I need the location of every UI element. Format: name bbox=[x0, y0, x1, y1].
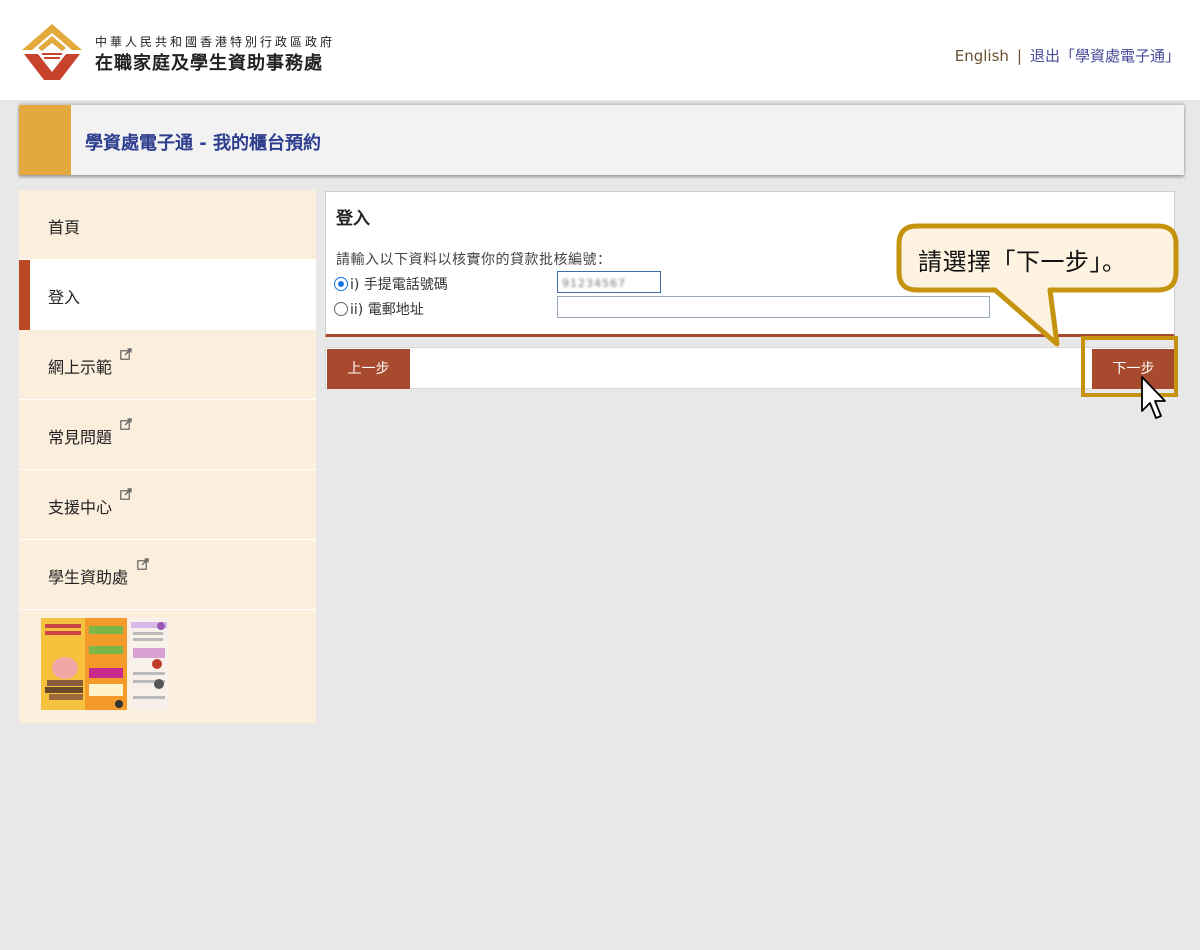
link-separator: | bbox=[1016, 47, 1022, 65]
sidebar-item-student-finance-office[interactable]: 學生資助處 bbox=[19, 540, 316, 610]
external-link-icon bbox=[120, 348, 132, 360]
english-link[interactable]: English bbox=[955, 47, 1009, 65]
external-link-icon bbox=[120, 418, 132, 430]
agency-name: 在職家庭及學生資助事務處 bbox=[95, 53, 323, 74]
sidebar-item-home[interactable]: 首頁 bbox=[19, 190, 316, 260]
login-instruction: 請輸入以下資料以核實你的貸款批核編號： bbox=[336, 252, 612, 268]
sidebar-item-faq[interactable]: 常見問題 bbox=[19, 400, 316, 470]
mouse-cursor-icon bbox=[1141, 376, 1166, 419]
page-title: 學資處電子通 - 我的櫃台預約 bbox=[85, 133, 322, 154]
phone-radio[interactable] bbox=[334, 277, 348, 291]
prev-step-button[interactable]: 上一步 bbox=[327, 349, 410, 389]
promo-leaflet-image[interactable] bbox=[41, 618, 169, 710]
email-option[interactable]: ii) 電郵地址 bbox=[334, 299, 424, 319]
sidebar-item-label: 登入 bbox=[48, 288, 81, 307]
logout-link[interactable]: 退出「學資處電子通」 bbox=[1030, 47, 1180, 65]
top-links: English | 退出「學資處電子通」 bbox=[955, 45, 1180, 66]
government-name: 中華人民共和國香港特別行政區政府 bbox=[95, 35, 336, 49]
sidebar-item-online-demo[interactable]: 網上示範 bbox=[19, 330, 316, 400]
sidebar-item-label: 首頁 bbox=[48, 218, 81, 237]
phone-option-label: i) 手提電話號碼 bbox=[350, 277, 448, 293]
callout-text: 請選擇「下一步」。 bbox=[918, 248, 1127, 276]
sidebar-item-support-centre[interactable]: 支援中心 bbox=[19, 470, 316, 540]
external-link-icon bbox=[120, 488, 132, 500]
title-accent-block bbox=[19, 105, 71, 175]
sidebar-item-label: 學生資助處 bbox=[48, 568, 129, 587]
sidebar-item-label: 網上示範 bbox=[48, 358, 113, 377]
sidebar-item-label: 支援中心 bbox=[48, 498, 113, 517]
phone-option[interactable]: i) 手提電話號碼 bbox=[334, 274, 448, 294]
external-link-icon bbox=[137, 558, 149, 570]
sidebar-nav: 首頁 登入 網上示範 常見問題 支援中心 學生資助處 bbox=[19, 190, 316, 723]
wfsfaa-logo bbox=[22, 24, 82, 80]
login-title: 登入 bbox=[336, 209, 370, 229]
button-row: 上一步 下一步 bbox=[325, 347, 1175, 389]
site-header: 中華人民共和國香港特別行政區政府 在職家庭及學生資助事務處 English | 退出… bbox=[0, 0, 1200, 100]
sidebar-item-label: 常見問題 bbox=[48, 428, 113, 447]
sidebar-item-login[interactable]: 登入 bbox=[19, 260, 316, 330]
email-radio[interactable] bbox=[334, 302, 348, 316]
phone-input[interactable]: 91234567 bbox=[557, 271, 661, 293]
phone-input-value: 91234567 bbox=[562, 277, 626, 290]
email-option-label: ii) 電郵地址 bbox=[350, 302, 424, 318]
page-title-bar: 學資處電子通 - 我的櫃台預約 bbox=[19, 105, 1184, 175]
